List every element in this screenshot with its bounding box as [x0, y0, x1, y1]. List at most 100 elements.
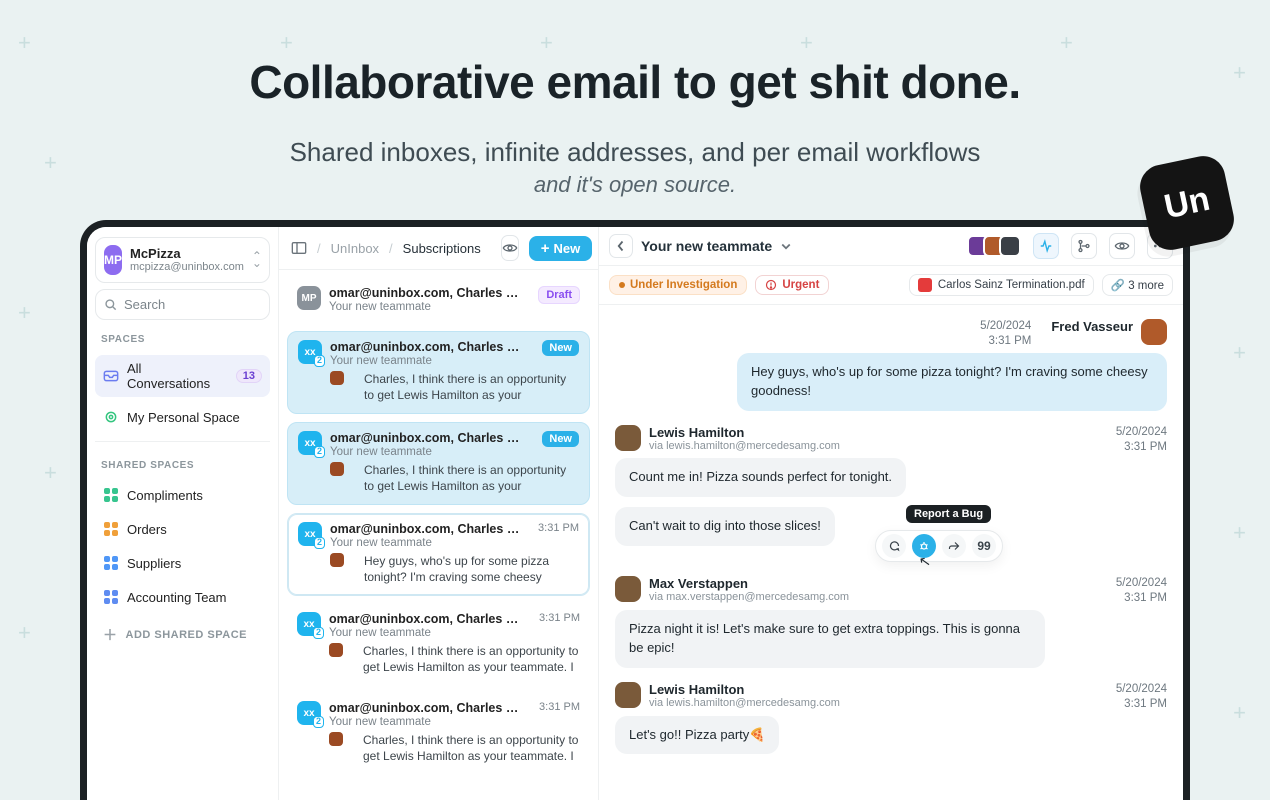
message-author: Lewis Hamilton	[649, 682, 1108, 697]
quote-action[interactable]: 99	[972, 534, 996, 558]
message: Max Verstappen via max.verstappen@merced…	[615, 576, 1167, 668]
preview-text: Charles, I think there is an opportunity…	[349, 643, 580, 675]
plus-icon: ＋	[103, 625, 118, 645]
conversation-avatar: xx2	[298, 522, 322, 546]
sidebar-item-label: Accounting Team	[127, 590, 227, 605]
back-button[interactable]	[609, 234, 633, 258]
conversation-addresses: omar@uninbox.com, Charles Leclerc, Fr...	[329, 612, 524, 626]
sidebar-item-personal-space[interactable]: My Personal Space	[95, 403, 270, 431]
reply-action[interactable]	[882, 534, 906, 558]
search-input[interactable]: Search	[95, 289, 270, 320]
preview-avatar	[329, 732, 343, 746]
conversation-avatar: xx2	[298, 340, 322, 364]
branch-icon[interactable]	[1071, 233, 1097, 259]
preview-avatar	[330, 371, 344, 385]
message-bubble[interactable]: Hey guys, who's up for some pizza tonigh…	[737, 353, 1167, 411]
grid-icon	[103, 521, 119, 537]
grid-icon	[103, 555, 119, 571]
conversation-subject: Your new teammate	[329, 716, 580, 728]
conversation-item[interactable]: MP omar@uninbox.com, Charles Leclerc,...…	[287, 278, 590, 323]
conversation-tag: Draft	[538, 286, 580, 304]
sidebar-item-compliments[interactable]: Compliments	[95, 481, 270, 509]
eye-icon[interactable]	[1109, 233, 1135, 259]
tooltip: Report a Bug	[906, 505, 991, 523]
new-button-label: New	[553, 241, 580, 256]
preview-avatar	[330, 553, 344, 567]
sidebar: MP McPizza mcpizza@uninbox.com ⌃⌄ Search…	[87, 227, 279, 800]
conversation-item[interactable]: xx2 omar@uninbox.com, Charles Leclerc, F…	[287, 422, 590, 505]
message-bubble[interactable]: Can't wait to dig into those slices!	[615, 507, 835, 546]
message-timestamp: 5/20/20243:31 PM	[1116, 425, 1167, 455]
breadcrumb-root[interactable]: UnInbox	[331, 241, 379, 256]
sidebar-item-label: My Personal Space	[127, 410, 240, 425]
conversation-subject: Your new teammate	[329, 627, 580, 639]
status-under-investigation[interactable]: Under Investigation	[609, 275, 747, 295]
message-bubble[interactable]: Pizza night it is! Let's make sure to ge…	[615, 610, 1045, 668]
attachment-name: Carlos Sainz Termination.pdf	[938, 279, 1085, 291]
message-bubble[interactable]: Let's go!! Pizza party🍕	[615, 716, 779, 755]
add-shared-space-button[interactable]: ＋ ADD SHARED SPACE	[95, 617, 270, 653]
conversation-subject: Your new teammate	[330, 537, 579, 549]
activity-icon[interactable]	[1033, 233, 1059, 259]
hero-title: Collaborative email to get shit done.	[0, 55, 1270, 109]
preview-text: Charles, I think there is an opportunity…	[350, 462, 579, 494]
attachments-more[interactable]: 🔗 3 more	[1102, 274, 1173, 296]
brand-badge: Un	[1136, 152, 1238, 254]
conversation-detail-pane: Your new teammate Under Investigation Ur…	[599, 227, 1183, 800]
visibility-toggle[interactable]	[501, 235, 519, 261]
sidebar-item-all-conversations[interactable]: All Conversations 13	[95, 355, 270, 397]
unread-count: 13	[236, 369, 262, 383]
conversation-addresses: omar@uninbox.com, Charles Leclerc, Fr...	[330, 431, 525, 445]
conversation-addresses: omar@uninbox.com, Charles Leclerc,...	[329, 286, 524, 300]
sidebar-item-orders[interactable]: Orders	[95, 515, 270, 543]
list-header: / UnInbox / Subscriptions + New	[279, 227, 598, 270]
conversation-list-pane: / UnInbox / Subscriptions + New MP omar@…	[279, 227, 599, 800]
conversation-tag: 3:31 PM	[538, 522, 579, 534]
conversation-item[interactable]: xx2 omar@uninbox.com, Charles Leclerc, F…	[287, 513, 590, 596]
chevron-down-icon[interactable]	[780, 241, 792, 251]
breadcrumb-current[interactable]: Subscriptions	[403, 241, 481, 256]
target-icon	[103, 409, 119, 425]
conversation-addresses: omar@uninbox.com, Charles Leclerc, Fr...	[330, 340, 525, 354]
sidebar-item-accounting[interactable]: Accounting Team	[95, 583, 270, 611]
conversation-avatar: xx2	[297, 612, 321, 636]
preview-avatar	[329, 643, 343, 657]
grid-icon	[103, 589, 119, 605]
message-via: via lewis.hamilton@mercedesamg.com	[649, 697, 1108, 709]
collapse-icon[interactable]	[291, 241, 307, 255]
conversation-avatar: xx2	[297, 701, 321, 725]
participant-avatars[interactable]	[967, 235, 1021, 257]
hero-tagline: and it's open source.	[0, 172, 1270, 198]
conversation-avatar: MP	[297, 286, 321, 310]
workspace-name: McPizza	[130, 247, 244, 261]
conversation-item[interactable]: xx2 omar@uninbox.com, Charles Leclerc, F…	[287, 693, 590, 774]
conversation-item[interactable]: xx2 omar@uninbox.com, Charles Leclerc, F…	[287, 604, 590, 685]
sidebar-item-label: Suppliers	[127, 556, 181, 571]
link-icon: 🔗	[1111, 280, 1125, 292]
sidebar-item-label: Orders	[127, 522, 167, 537]
conversation-tag: 3:31 PM	[539, 701, 580, 713]
search-placeholder: Search	[124, 297, 165, 312]
section-spaces: SPACES	[95, 326, 270, 349]
conversation-tag: 3:31 PM	[539, 612, 580, 624]
message-bubble[interactable]: Count me in! Pizza sounds perfect for to…	[615, 458, 906, 497]
conversation-subject: Your new teammate	[330, 446, 579, 458]
message-author: Lewis Hamilton	[649, 425, 1108, 440]
sidebar-item-suppliers[interactable]: Suppliers	[95, 549, 270, 577]
attachment-file[interactable]: Carlos Sainz Termination.pdf	[909, 274, 1094, 296]
section-shared-spaces: SHARED SPACES	[95, 452, 270, 475]
inbox-icon	[103, 368, 119, 384]
message-via: via max.verstappen@mercedesamg.com	[649, 591, 1108, 603]
preview-avatar	[330, 462, 344, 476]
priority-urgent[interactable]: Urgent	[755, 275, 829, 295]
forward-action[interactable]	[942, 534, 966, 558]
workspace-switcher[interactable]: MP McPizza mcpizza@uninbox.com ⌃⌄	[95, 237, 270, 283]
preview-text: Charles, I think there is an opportunity…	[349, 732, 580, 764]
conversation-item[interactable]: xx2 omar@uninbox.com, Charles Leclerc, F…	[287, 331, 590, 414]
new-button[interactable]: + New	[529, 236, 593, 261]
message: Lewis Hamilton via lewis.hamilton@merced…	[615, 425, 1167, 563]
plus-icon: +	[541, 241, 550, 256]
conversation-subject: Your new teammate	[330, 355, 579, 367]
workspace-email: mcpizza@uninbox.com	[130, 261, 244, 273]
sidebar-item-label: All Conversations	[127, 361, 228, 391]
